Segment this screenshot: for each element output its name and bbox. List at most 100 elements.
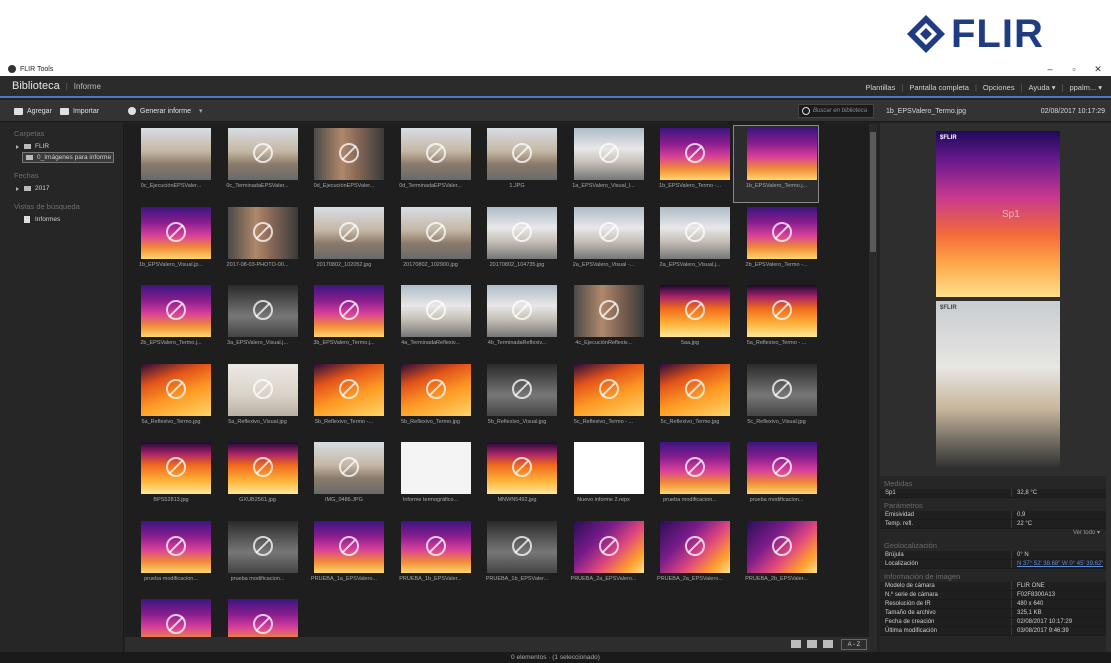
maximize-icon[interactable]: ▫ xyxy=(1062,62,1086,76)
folder-flir[interactable]: FLIR xyxy=(16,141,123,152)
thumbnail-item[interactable]: 3b_EPSValero_Termo.j... xyxy=(300,282,386,360)
report-tab[interactable]: Informe xyxy=(74,82,101,91)
menu-user[interactable]: ppalm... ▾ xyxy=(1069,83,1102,92)
list-view-icon[interactable] xyxy=(807,640,817,648)
close-icon[interactable]: ✕ xyxy=(1086,62,1110,76)
flir-logo: FLIR xyxy=(905,8,1065,60)
import-button[interactable]: Importar xyxy=(60,100,99,122)
folder-selected[interactable]: 0_Imágenes para informe xyxy=(22,152,114,163)
thumbnail-item[interactable]: 2017-08-03-PHOTO-00... xyxy=(214,204,300,282)
thumbnail-item[interactable]: 5a_Reflexivo_Termo.jpg xyxy=(127,361,213,439)
thumbnail-image xyxy=(227,520,298,573)
show-all-link[interactable]: Ver todo ▾ xyxy=(880,529,1106,538)
search-view-reports[interactable]: Informes xyxy=(16,214,123,225)
menu-help[interactable]: Ayuda ▾ xyxy=(1029,83,1056,92)
thumbnail-item[interactable]: PRUEBA_1a_EPSValero... xyxy=(300,518,386,596)
search-icon xyxy=(802,107,810,115)
thumbnail-image xyxy=(746,442,817,494)
thumbnail-item[interactable]: PRUEBA_2b_EPSValer... xyxy=(733,518,819,596)
thumbnail-image xyxy=(573,520,644,573)
thumbnail-item[interactable]: 4a_TerminadaReflexiv... xyxy=(387,282,473,360)
property-key: Última modificación xyxy=(880,627,1012,635)
thumbnail-item[interactable]: prueba modificacion... xyxy=(127,518,213,596)
add-button[interactable]: Agregar xyxy=(14,100,52,122)
search-input[interactable]: Buscar en biblioteca xyxy=(798,104,874,118)
property-value: 0,9 xyxy=(1017,512,1026,518)
thumbnail-item[interactable]: 3a_EPSValero_Visual.j... xyxy=(214,282,300,360)
library-title[interactable]: Biblioteca xyxy=(12,80,60,92)
thumbnail-image xyxy=(227,363,298,416)
thumbnail-item[interactable]: 5a_Reflexivo_Visual.jpg xyxy=(214,361,300,439)
thumbnail-item[interactable]: 20170802_102052.jpg xyxy=(300,204,386,282)
scroll-thumb[interactable] xyxy=(870,132,876,252)
thumbnail-item[interactable]: 1b_EPSValero_Termo.j... xyxy=(732,125,819,203)
thumbnail-item[interactable]: 0c_EjecuciónEPSValer... xyxy=(127,125,213,203)
thumbnail-item[interactable]: 5b_Reflexivo_Termo -... xyxy=(300,361,386,439)
thumbnail-item[interactable]: 1b_EPSValero_Visual.jp... xyxy=(127,204,213,282)
thumbnail-item[interactable]: 2a_EPSValero_Visual -... xyxy=(560,204,646,282)
expand-icon[interactable] xyxy=(16,186,19,191)
library-sidebar: Carpetas FLIR 0_Imágenes para informe Fe… xyxy=(0,123,124,652)
property-key: Modelo de cámara xyxy=(880,582,1012,590)
thumbnail-item[interactable]: 5b_Reflexivo_Termo.jpg xyxy=(387,361,473,439)
thumbnail-image xyxy=(746,363,817,416)
menu-fullscreen[interactable]: Pantalla completa xyxy=(909,83,969,92)
thumbnail-item[interactable]: 4c_EjecuciónReflexiv... xyxy=(560,282,646,360)
thumbnail-item[interactable]: 5aa.jpg xyxy=(646,282,732,360)
thumbnail-item[interactable]: 0d_TerminadaEPSValer... xyxy=(387,125,473,203)
thumbnail-item[interactable]: 2b_EPSValero_Termo -... xyxy=(733,204,819,282)
thumbnail-item[interactable]: GXUB2561.jpg xyxy=(214,439,300,517)
thumbnail-image xyxy=(314,128,384,180)
thumbnail-item[interactable]: IMG_0486.JPG xyxy=(300,439,386,517)
unavailable-icon xyxy=(252,457,273,477)
unavailable-icon xyxy=(512,221,532,242)
generate-report-button[interactable]: Generar informe ▾ xyxy=(128,100,202,122)
thumbnail-item[interactable]: PRUEBA_1b_EPSValer... xyxy=(473,518,559,596)
thumbnail-image xyxy=(400,442,471,494)
thumbnail-item[interactable]: 2b_EPSValero_Termo.j... xyxy=(127,282,213,360)
unavailable-icon xyxy=(512,300,532,320)
thumbnail-item[interactable]: Nuevo informe 2.repx xyxy=(560,439,646,517)
thumbnail-item[interactable]: 20170802_102900.jpg xyxy=(387,204,473,282)
thumbnail-item[interactable]: 5a_Reflexivo_Termo - ... xyxy=(733,282,819,360)
thumbnail-item[interactable]: 2a_EPSValero_Visual.j... xyxy=(646,204,732,282)
thumbnail-item[interactable]: 5c_Reflexivo_Termo.jpg xyxy=(646,361,732,439)
detail-view-icon[interactable] xyxy=(823,640,833,648)
menu-templates[interactable]: Plantillas xyxy=(865,83,895,92)
thumbnail-item[interactable]: PRUEBA_2a_EPSValero... xyxy=(646,518,732,596)
thumbnail-item[interactable]: 20170802_104735.jpg xyxy=(473,204,559,282)
spot-marker[interactable]: Sp1 xyxy=(1002,209,1020,220)
thumbnail-item[interactable]: BPS52813.jpg xyxy=(127,439,213,517)
unavailable-icon xyxy=(339,143,359,163)
thumbnail-item[interactable]: prueba modificacion... xyxy=(646,439,732,517)
thumbnail-item[interactable]: 1b_EPSValero_Termo -... xyxy=(646,125,732,203)
thumbnail-item[interactable]: 1a_EPSValero_Visual_l... xyxy=(560,125,646,203)
thumbnail-item[interactable]: PRUEBA_1b_EPSValer... xyxy=(387,518,473,596)
chevron-down-icon[interactable]: ▾ xyxy=(199,107,203,115)
folder-add-icon xyxy=(14,107,23,115)
thumbnail-item[interactable]: 5b_Reflexivo_Visual.jpg xyxy=(473,361,559,439)
thumbnail-item[interactable]: prueba modificacion... xyxy=(214,518,300,596)
date-2017[interactable]: 2017 xyxy=(16,183,123,194)
thumbnail-item[interactable]: MNWN5492.jpg xyxy=(473,439,559,517)
thumbnail-item[interactable]: 5c_Reflexivo_Termo - ... xyxy=(560,361,646,439)
thumbnail-caption: 2b_EPSValero_Termo -... xyxy=(745,261,808,268)
grid-view-icon[interactable] xyxy=(791,640,801,648)
thumbnail-item[interactable]: 0d_EjecuciónEPSValer... xyxy=(300,125,386,203)
thumbnail-item[interactable]: 4b_TerminadaReflexiv... xyxy=(473,282,559,360)
thumbnail-caption: 20170802_104735.jpg xyxy=(489,261,545,268)
minimize-icon[interactable]: – xyxy=(1038,62,1062,76)
thumbnail-item[interactable]: 0c_TerminadaEPSValer... xyxy=(214,125,300,203)
thumbnail-item[interactable]: 5c_Reflexivo_Visual.jpg xyxy=(733,361,819,439)
property-row: Modelo de cámara FLIR ONE xyxy=(880,582,1106,591)
thumbnail-item[interactable]: 1.JPG xyxy=(473,125,559,203)
thumbnail-item[interactable]: PRUEBA_2a_EPSValero... xyxy=(560,518,646,596)
property-value[interactable]: N 37° 52' 38.68" W 0° 45' 39.62" xyxy=(1012,560,1103,568)
unavailable-icon xyxy=(252,143,273,163)
menu-options[interactable]: Opciones xyxy=(983,83,1015,92)
thumbnail-item[interactable]: Informe termográfico... xyxy=(387,439,473,517)
grid-scrollbar[interactable] xyxy=(869,124,877,652)
sort-button[interactable]: A - Z xyxy=(841,639,867,650)
expand-icon[interactable] xyxy=(16,144,19,149)
thumbnail-item[interactable]: prueba modificacion... xyxy=(733,439,819,517)
